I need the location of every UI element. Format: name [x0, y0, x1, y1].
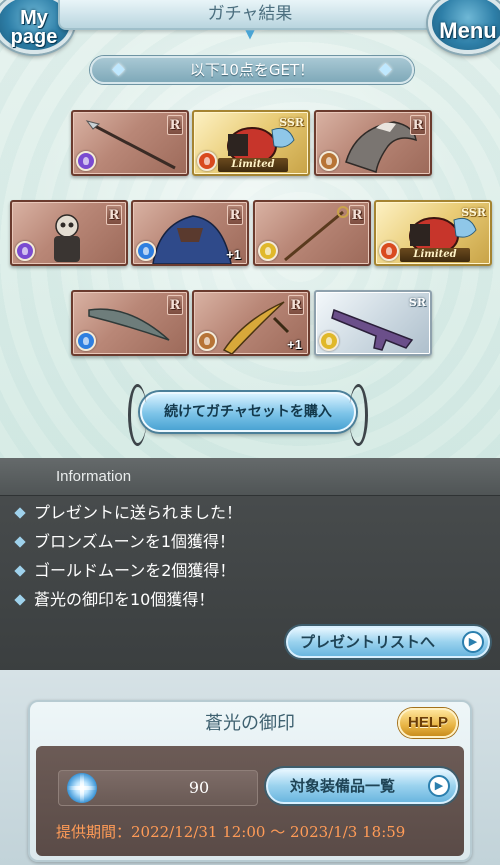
present-list-label: プレゼントリストへ — [300, 633, 436, 651]
result-card[interactable]: R — [71, 290, 189, 356]
fire-element-icon — [197, 151, 217, 171]
arrow-right-icon: ▶ — [462, 631, 484, 653]
diamond-icon — [379, 63, 392, 76]
banner-text: 以下10点をGET！ — [189, 61, 315, 79]
list-item: プレゼントに送られました！ — [14, 498, 484, 527]
info-text: プレゼントに送られました！ — [34, 503, 243, 522]
chevron-down-icon: ▼ — [245, 27, 255, 41]
page-title: ガチャ結果 — [58, 0, 442, 30]
gacha-result-area: My page ガチャ結果 ▼ Menu 以下10点をGET！ R SSR Li… — [0, 0, 500, 458]
diamond-icon — [14, 507, 26, 519]
rarity-badge: R — [167, 115, 183, 135]
information-title: Information — [0, 458, 500, 496]
result-card[interactable]: R — [314, 110, 432, 176]
fire-element-icon — [379, 241, 399, 261]
present-list-button[interactable]: プレゼントリストへ ▶ — [286, 626, 490, 658]
seal-details: 90 対象装備品一覧 ▶ 提供期間：2022/12/31 12:00 ～ 202… — [36, 746, 464, 856]
dark-element-icon — [15, 241, 35, 261]
offer-period: 提供期間：2022/12/31 12:00 ～ 2023/1/3 18:59 — [56, 823, 406, 841]
equipment-list-button[interactable]: 対象装備品一覧 ▶ — [266, 768, 458, 804]
result-card[interactable]: SR — [314, 290, 432, 356]
result-card[interactable]: R — [10, 200, 128, 266]
seal-panel: 蒼光の御印 HELP 90 対象装備品一覧 ▶ 提供期間：2022/12/31 … — [28, 700, 472, 862]
seal-count-box: 90 — [58, 770, 258, 806]
seal-count: 90 — [188, 778, 210, 797]
rarity-badge: SSR — [279, 116, 304, 129]
seal-area: 蒼光の御印 HELP 90 対象装備品一覧 ▶ 提供期間：2022/12/31 … — [0, 670, 500, 865]
list-item: ゴールドムーンを2個獲得！ — [14, 556, 484, 585]
result-card[interactable]: SSR Limited — [192, 110, 310, 176]
plus-badge: +1 — [226, 247, 241, 262]
rarity-badge: SSR — [461, 206, 486, 219]
information-panel: Information プレゼントに送られました！ ブロンズムーンを1個獲得！ … — [0, 458, 500, 670]
rarity-badge: R — [106, 205, 122, 225]
list-item: ブロンズムーンを1個獲得！ — [14, 527, 484, 556]
plus-badge: +1 — [287, 337, 302, 352]
menu-button[interactable]: Menu — [428, 0, 500, 54]
earth-element-icon — [197, 331, 217, 351]
rarity-badge: R — [288, 295, 304, 315]
equipment-list-label: 対象装備品一覧 — [290, 777, 396, 795]
info-text: ゴールドムーンを2個獲得！ — [34, 561, 236, 580]
result-card[interactable]: SSR Limited — [374, 200, 492, 266]
limited-badge: Limited — [218, 158, 288, 172]
diamond-icon — [14, 565, 26, 577]
rarity-badge: R — [410, 115, 426, 135]
water-element-icon — [136, 241, 156, 261]
diamond-icon — [112, 63, 125, 76]
result-card[interactable]: R — [71, 110, 189, 176]
info-text: 蒼光の御印を10個獲得！ — [34, 590, 215, 609]
mypage-label-line2: page — [10, 26, 58, 48]
arrow-right-icon: ▶ — [428, 775, 450, 797]
help-button[interactable]: HELP — [398, 708, 458, 738]
rarity-badge: R — [167, 295, 183, 315]
result-banner: 以下10点をGET！ — [90, 56, 414, 84]
result-card[interactable]: R — [253, 200, 371, 266]
rarity-badge: R — [227, 205, 243, 225]
rarity-badge: SR — [408, 296, 426, 309]
dark-element-icon — [76, 151, 96, 171]
rarity-badge: R — [349, 205, 365, 225]
menu-label: Menu — [439, 18, 497, 43]
seal-icon — [67, 773, 97, 803]
info-text: ブロンズムーンを1個獲得！ — [34, 532, 236, 551]
earth-element-icon — [319, 151, 339, 171]
result-card[interactable]: R +1 — [192, 290, 310, 356]
water-element-icon — [76, 331, 96, 351]
light-element-icon — [319, 331, 339, 351]
result-card[interactable]: R +1 — [131, 200, 249, 266]
limited-badge: Limited — [400, 248, 470, 262]
information-list: プレゼントに送られました！ ブロンズムーンを1個獲得！ ゴールドムーンを2個獲得… — [14, 498, 484, 614]
list-item: 蒼光の御印を10個獲得！ — [14, 585, 484, 614]
continue-gacha-button[interactable]: 続けてガチャセットを購入 — [128, 384, 368, 446]
diamond-icon — [14, 536, 26, 548]
diamond-icon — [14, 594, 26, 606]
light-element-icon — [258, 241, 278, 261]
